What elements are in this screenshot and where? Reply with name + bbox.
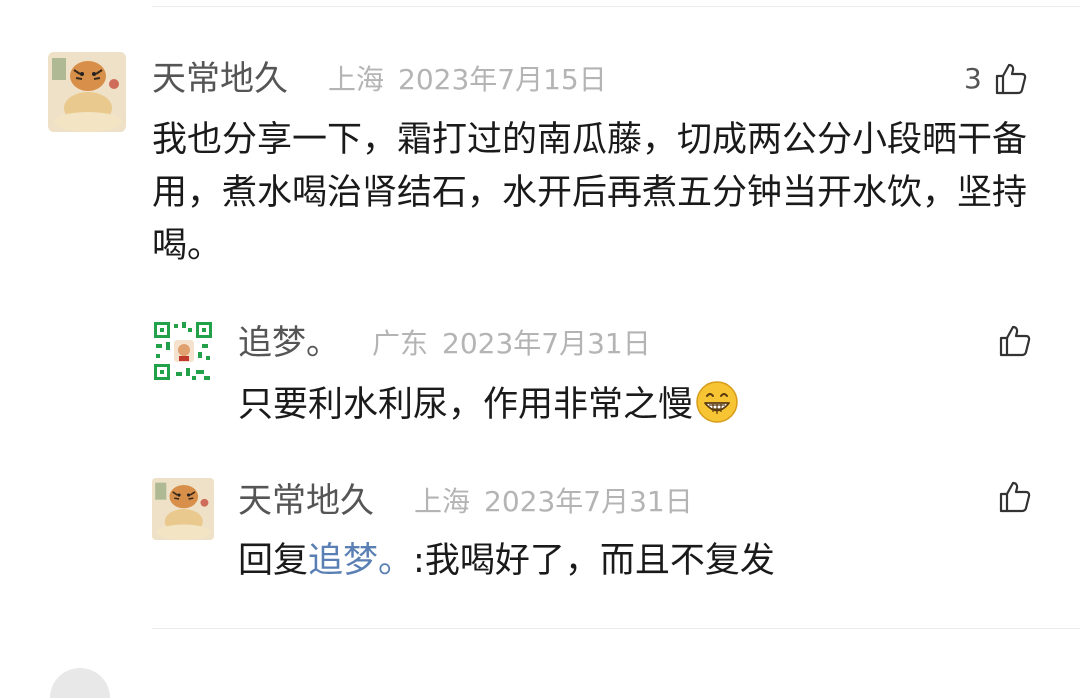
- avatar[interactable]: [152, 478, 214, 540]
- comment-location: 上海: [328, 63, 385, 96]
- reply-body: 只要利水利尿，作用非常之慢: [238, 385, 694, 425]
- bottom-divider: [152, 628, 1080, 629]
- reply-text: 只要利水利尿，作用非常之慢: [238, 381, 739, 428]
- reply-location: 上海: [414, 485, 471, 518]
- comment-text: 我也分享一下，霜打过的南瓜藤，切成两公分小段晒干备用，煮水喝治肾结石，水开后再煮…: [152, 120, 1028, 266]
- mention-link[interactable]: 追梦。: [308, 541, 413, 581]
- reply-meta: 广东 2023年7月31日: [372, 330, 651, 358]
- avatar[interactable]: [48, 52, 126, 132]
- thumbs-up-icon: [995, 63, 1027, 95]
- reply-date: 2023年7月31日: [484, 485, 693, 518]
- reply-text: 回复追梦。:我喝好了，而且不复发: [238, 544, 775, 579]
- comment-meta: 上海 2023年7月15日: [328, 66, 607, 94]
- top-divider: [152, 6, 1080, 7]
- reply-meta: 上海 2023年7月31日: [414, 488, 693, 516]
- next-comment-avatar[interactable]: [50, 668, 110, 698]
- reply-location: 广东: [372, 327, 429, 360]
- grinning-face-emoji: [696, 381, 738, 423]
- comment-like-count: 3: [964, 62, 982, 95]
- reply-author[interactable]: 追梦。: [238, 326, 340, 360]
- reply-date: 2023年7月31日: [442, 327, 651, 360]
- comment-date: 2023年7月15日: [398, 63, 607, 96]
- reply-author[interactable]: 天常地久: [238, 484, 374, 518]
- thumbs-up-icon: [999, 325, 1031, 357]
- avatar[interactable]: [152, 320, 214, 382]
- comment-like-button[interactable]: 3: [964, 62, 1028, 96]
- reply-prefix: 回复: [238, 541, 309, 581]
- comment-author[interactable]: 天常地久: [152, 62, 288, 96]
- reply-like-button[interactable]: [998, 480, 1032, 514]
- reply-body: :我喝好了，而且不复发: [413, 541, 775, 581]
- thumbs-up-icon: [999, 481, 1031, 513]
- reply-like-button[interactable]: [998, 324, 1032, 358]
